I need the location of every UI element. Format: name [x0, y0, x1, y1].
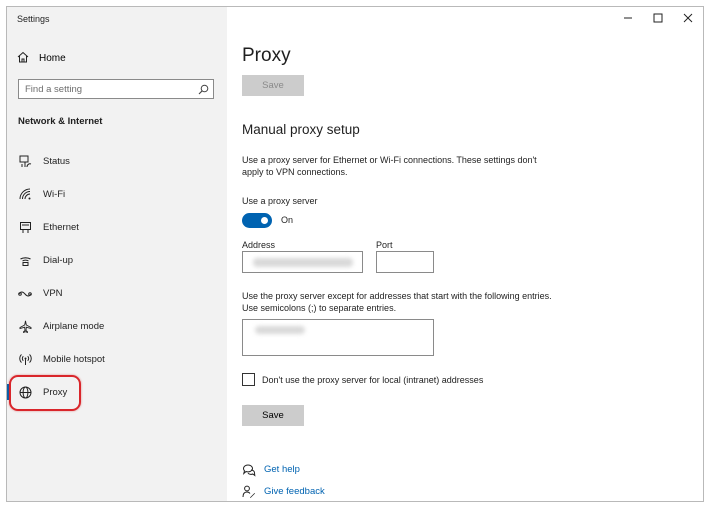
ethernet-icon	[17, 221, 33, 234]
port-field[interactable]	[376, 251, 434, 273]
save-button[interactable]: Save	[242, 405, 304, 426]
use-proxy-label: Use a proxy server	[242, 196, 318, 206]
window-title: Settings	[17, 14, 50, 24]
sidebar-item-label: Mobile hotspot	[43, 353, 105, 365]
use-proxy-toggle[interactable]	[242, 213, 272, 228]
search-box[interactable]	[18, 79, 214, 99]
save-button-disabled[interactable]: Save	[242, 75, 304, 96]
search-icon[interactable]	[193, 84, 213, 95]
wifi-icon	[17, 188, 33, 201]
sidebar-item-dialup[interactable]: Dial-up	[7, 245, 227, 275]
hotspot-icon	[17, 353, 33, 366]
vpn-icon	[17, 287, 33, 300]
sidebar-item-ethernet[interactable]: Ethernet	[7, 212, 227, 242]
sidebar-item-airplane-mode[interactable]: Airplane mode	[7, 311, 227, 341]
address-label: Address	[242, 240, 276, 250]
sidebar-item-label: Wi-Fi	[43, 188, 66, 200]
sidebar-item-status[interactable]: Status	[7, 146, 227, 176]
exceptions-description: Use the proxy server except for addresse…	[242, 291, 552, 313]
sidebar-item-mobile-hotspot[interactable]: Mobile hotspot	[7, 344, 227, 374]
home-label: Home	[39, 53, 66, 64]
local-bypass-label: Don't use the proxy server for local (in…	[262, 375, 484, 385]
status-icon	[17, 155, 33, 168]
get-help-link[interactable]: Get help	[264, 464, 300, 475]
main-content: Proxy Save Manual proxy setup Use a prox…	[227, 7, 704, 501]
sidebar-item-label: Ethernet	[43, 221, 79, 233]
toggle-knob	[261, 217, 268, 224]
port-label: Port	[376, 240, 393, 250]
home-nav-item[interactable]: Home	[17, 51, 66, 66]
sidebar-item-vpn[interactable]: VPN	[7, 278, 227, 308]
help-icon	[242, 463, 256, 477]
redacted-address	[253, 258, 353, 267]
sidebar-item-label: Airplane mode	[43, 320, 105, 332]
dialup-icon	[17, 254, 33, 267]
manual-proxy-description: Use a proxy server for Ethernet or Wi-Fi…	[242, 155, 537, 177]
home-icon	[17, 51, 39, 66]
page-title: Proxy	[242, 45, 291, 66]
search-input[interactable]	[19, 80, 193, 98]
vertical-scrollbar[interactable]	[703, 207, 704, 427]
local-bypass-checkbox[interactable]	[242, 373, 255, 386]
sidebar-item-label: Status	[43, 155, 70, 167]
manual-proxy-heading: Manual proxy setup	[242, 122, 360, 137]
address-field[interactable]	[242, 251, 363, 273]
exceptions-field[interactable]	[242, 319, 434, 356]
highlight-annotation	[9, 375, 81, 411]
redacted-exceptions	[255, 326, 305, 334]
settings-window: Settings Home Network & Internet Status	[6, 6, 704, 502]
give-feedback-link[interactable]: Give feedback	[264, 486, 325, 497]
sidebar-item-label: VPN	[43, 287, 63, 299]
feedback-icon	[242, 485, 256, 499]
airplane-icon	[17, 320, 33, 333]
sidebar-item-wifi[interactable]: Wi-Fi	[7, 179, 227, 209]
section-title: Network & Internet	[18, 116, 103, 127]
sidebar: Settings Home Network & Internet Status	[7, 7, 227, 501]
sidebar-item-label: Dial-up	[43, 254, 74, 266]
toggle-state-label: On	[281, 215, 294, 225]
